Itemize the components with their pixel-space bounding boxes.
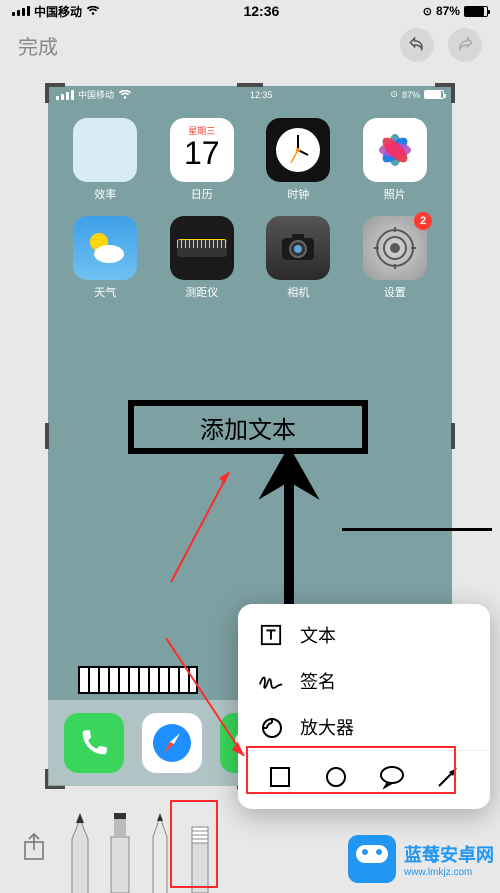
share-button[interactable] xyxy=(12,819,56,875)
menu-item-signature[interactable]: 签名 xyxy=(238,658,490,704)
shape-row xyxy=(238,750,490,801)
tool-pen[interactable] xyxy=(62,815,102,893)
watermark-url: www.lmkjz.com xyxy=(404,867,472,878)
carrier-label: 中国移动 xyxy=(34,3,82,20)
watermark: 蓝莓安卓网 www.lmkjz.com xyxy=(348,835,494,883)
annotation-red-arrow-1 xyxy=(163,460,243,590)
tool-eraser[interactable] xyxy=(182,815,222,893)
shape-speech[interactable] xyxy=(372,761,412,793)
mascot-icon xyxy=(348,835,396,883)
crop-handle-left[interactable] xyxy=(45,423,49,449)
crop-handle-top[interactable] xyxy=(237,83,263,87)
menu-magnifier-label: 放大器 xyxy=(300,714,354,740)
crop-handle-right[interactable] xyxy=(451,423,455,449)
battery-icon xyxy=(464,6,488,17)
home-grid: 效率 星期三 17 日历 时钟 照片 天气 xyxy=(48,102,452,316)
app-clock: 时钟 xyxy=(255,118,342,202)
annotation-line xyxy=(342,528,492,531)
signal-icon xyxy=(12,6,30,16)
markup-nav: 完成 xyxy=(0,22,500,68)
inner-battery-pct: 87% xyxy=(402,90,420,100)
crop-handle-tl[interactable] xyxy=(45,83,65,103)
menu-signature-label: 签名 xyxy=(300,668,336,694)
inner-time: 12:35 xyxy=(250,90,273,100)
dock-phone xyxy=(64,713,124,773)
app-efficiency: 效率 xyxy=(62,118,149,202)
redo-button[interactable] xyxy=(448,28,482,62)
annotation-red-arrow-2 xyxy=(158,630,258,770)
watermark-title: 蓝莓安卓网 xyxy=(404,841,494,867)
status-bar: 中国移动 12:36 ⊙ 87% xyxy=(0,0,500,22)
menu-item-magnifier[interactable]: 放大器 xyxy=(238,704,490,750)
text-icon xyxy=(258,622,284,648)
undo-button[interactable] xyxy=(400,28,434,62)
signature-icon xyxy=(258,668,284,694)
app-camera: 相机 xyxy=(255,216,342,300)
shape-arrow[interactable] xyxy=(428,761,468,793)
app-calendar: 星期三 17 日历 xyxy=(159,118,246,202)
shape-circle[interactable] xyxy=(316,761,356,793)
wifi-icon xyxy=(86,6,100,16)
app-measure: 测距仪 xyxy=(159,216,246,300)
tool-marker[interactable] xyxy=(102,815,142,893)
inner-status-bar: 中国移动 12:35 ⊙ 87% xyxy=(48,86,452,102)
app-weather: 天气 xyxy=(62,216,149,300)
menu-item-text[interactable]: 文本 xyxy=(238,612,490,658)
inner-carrier: 中国移动 xyxy=(78,88,114,101)
shape-rectangle[interactable] xyxy=(260,761,300,793)
settings-badge: 2 xyxy=(414,212,432,230)
app-photos: 照片 xyxy=(352,118,439,202)
alarm-icon: ⊙ xyxy=(423,5,432,18)
menu-text-label: 文本 xyxy=(300,622,336,648)
inner-wifi-icon xyxy=(118,90,132,100)
magnifier-icon xyxy=(258,714,284,740)
annotation-textbox[interactable]: 添加文本 xyxy=(128,400,368,454)
tool-pencil[interactable] xyxy=(142,815,182,893)
battery-pct: 87% xyxy=(436,4,460,18)
done-button[interactable]: 完成 xyxy=(18,31,58,60)
status-time: 12:36 xyxy=(243,3,279,19)
add-shape-popup: 文本 签名 放大器 xyxy=(238,604,490,809)
app-settings: 2 设置 xyxy=(352,216,439,300)
